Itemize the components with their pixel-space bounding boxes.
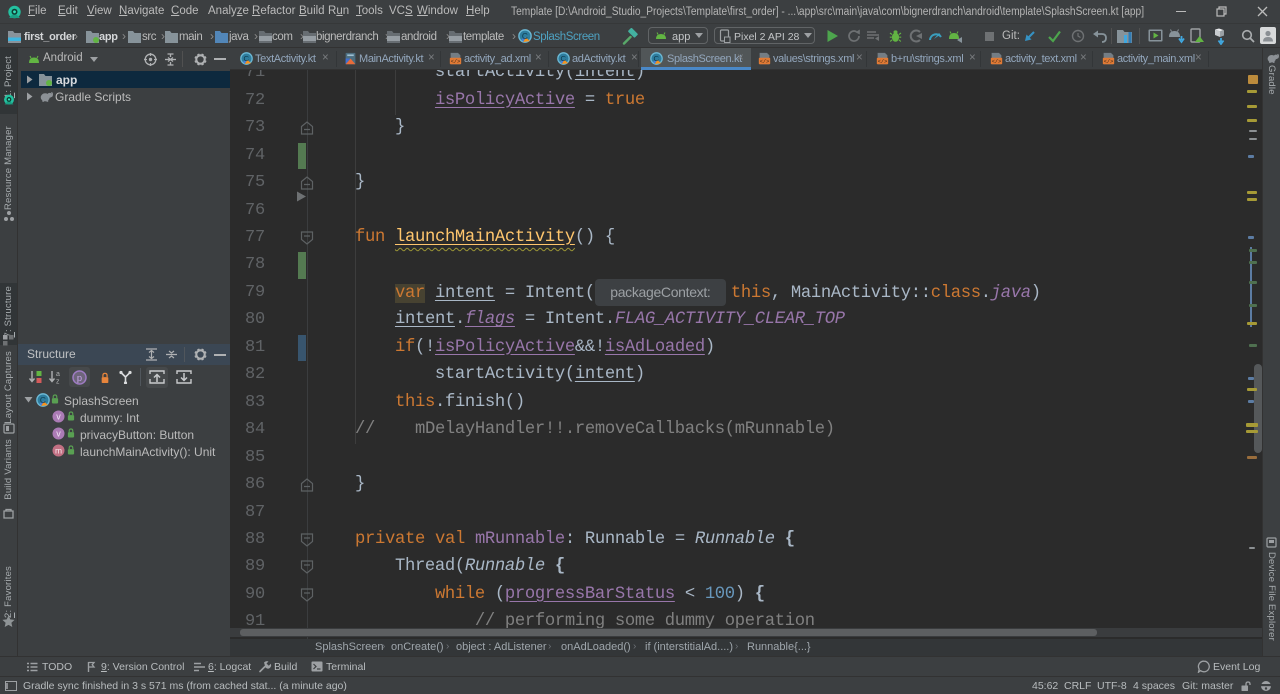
svg-text:C: C: [654, 54, 660, 63]
svg-text:C: C: [561, 54, 567, 63]
svg-text:C: C: [40, 395, 46, 405]
svg-text:</>: </>: [1104, 59, 1113, 65]
svg-text:</>: </>: [451, 59, 460, 65]
svg-text:m: m: [55, 446, 62, 456]
svg-text:p: p: [77, 373, 83, 384]
svg-text:v: v: [56, 412, 61, 422]
svg-text:</>: </>: [760, 59, 769, 65]
svg-text:v: v: [56, 429, 61, 439]
svg-text:a: a: [56, 371, 60, 378]
svg-text:</>: </>: [878, 59, 887, 65]
svg-text:z: z: [56, 379, 60, 385]
svg-text:</>: </>: [992, 59, 1001, 65]
svg-text:C: C: [522, 31, 528, 41]
svg-text:C: C: [244, 54, 250, 63]
